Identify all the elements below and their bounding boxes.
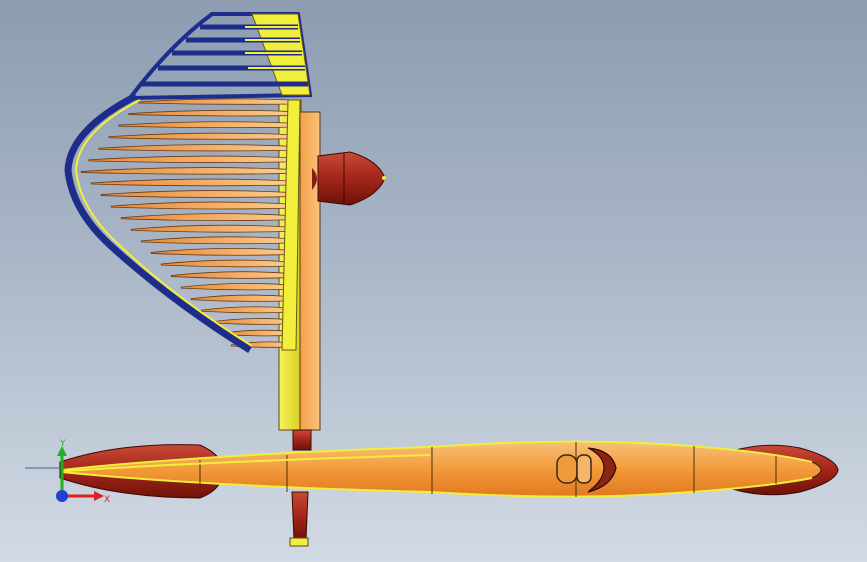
- cad-viewport[interactable]: Y X: [0, 0, 867, 562]
- wing-rib: [130, 224, 293, 233]
- wing-rib: [200, 306, 293, 314]
- wing-rib: [108, 132, 293, 140]
- wing-rib: [88, 155, 293, 163]
- cockpit-seat-left: [556, 454, 578, 484]
- spar-right-face: [299, 111, 321, 431]
- wing-rib: [100, 190, 293, 198]
- tail-fin-body: [291, 491, 309, 541]
- wing-rib: [80, 167, 293, 175]
- wing-rib: [190, 294, 293, 302]
- fuselage[interactable]: [59, 440, 839, 499]
- cockpit-seat-right: [576, 454, 592, 484]
- spar-base-red: [292, 429, 312, 451]
- wing-rib: [110, 201, 293, 210]
- tail-fin-cap: [289, 537, 309, 547]
- tail-fin[interactable]: [289, 491, 309, 547]
- wing-rib: [128, 109, 293, 117]
- aircraft-model[interactable]: [0, 0, 867, 562]
- wing-rib: [98, 144, 293, 152]
- wing-rib: [140, 236, 293, 245]
- nacelle-body: [317, 151, 386, 206]
- wing-rib: [150, 248, 293, 256]
- wing-rib: [160, 259, 293, 268]
- wing-rib: [210, 318, 293, 325]
- nacelle-tip: [382, 176, 386, 180]
- wing-rib: [138, 98, 293, 105]
- wing-rib: [90, 178, 293, 187]
- wing-rib: [170, 271, 293, 279]
- wing-rib: [120, 213, 293, 222]
- wing-rib: [118, 121, 293, 129]
- propeller-nacelle[interactable]: [312, 151, 386, 206]
- wing-rib: [180, 282, 293, 291]
